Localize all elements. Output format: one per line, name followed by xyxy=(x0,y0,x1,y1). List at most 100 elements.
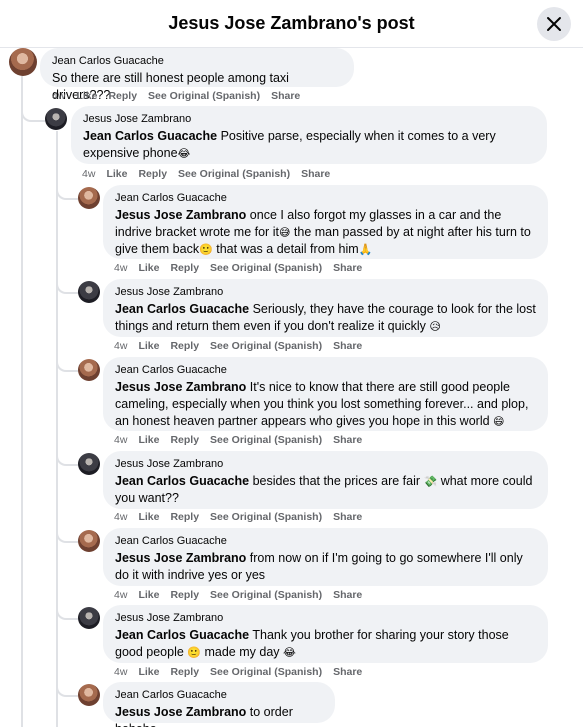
reply-button[interactable]: Reply xyxy=(170,589,199,601)
comment-actions: 4w Like Reply See Original (Spanish) Sha… xyxy=(114,262,362,274)
comment-author[interactable]: Jean Carlos Guacache xyxy=(52,54,342,68)
comment-thread[interactable]: Jean Carlos Guacache So there are still … xyxy=(0,48,583,727)
avatar[interactable] xyxy=(78,453,100,475)
comment-bubble: Jean Carlos Guacache Jesus Jose Zambrano… xyxy=(103,528,548,586)
mention[interactable]: Jesus Jose Zambrano xyxy=(115,551,246,565)
comment-author[interactable]: Jesus Jose Zambrano xyxy=(83,112,535,126)
comment-time[interactable]: 4w xyxy=(52,90,65,102)
comment-actions: 4w Like Reply See Original (Spanish) Sha… xyxy=(82,168,330,180)
comment-text: Jean Carlos Guacache Positive parse, esp… xyxy=(83,129,496,160)
share-button[interactable]: Share xyxy=(333,511,362,523)
share-button[interactable]: Share xyxy=(333,589,362,601)
reply-connector xyxy=(56,360,78,372)
laughing-emoji: 😂 xyxy=(283,646,296,659)
comment-author[interactable]: Jesus Jose Zambrano xyxy=(115,457,536,471)
laughing-emoji: 😂 xyxy=(177,147,191,160)
see-original-button[interactable]: See Original (Spanish) xyxy=(210,589,322,601)
close-button[interactable] xyxy=(537,7,571,41)
share-button[interactable]: Share xyxy=(333,340,362,352)
comment-text: Jesus Jose Zambrano once I also forgot m… xyxy=(115,208,531,256)
reply-connector xyxy=(56,531,78,543)
like-button[interactable]: Like xyxy=(138,589,159,601)
comment-author[interactable]: Jean Carlos Guacache xyxy=(115,363,536,377)
comment-author[interactable]: Jean Carlos Guacache xyxy=(115,191,536,205)
mention[interactable]: Jean Carlos Guacache xyxy=(115,302,249,316)
see-original-button[interactable]: See Original (Spanish) xyxy=(210,434,322,446)
comment-bubble: Jean Carlos Guacache Jesus Jose Zambrano… xyxy=(103,185,548,259)
avatar[interactable] xyxy=(45,108,67,130)
mention[interactable]: Jean Carlos Guacache xyxy=(115,628,249,642)
comment-text: Jean Carlos Guacache Seriously, they hav… xyxy=(115,302,536,333)
avatar[interactable] xyxy=(78,359,100,381)
like-button[interactable]: Like xyxy=(138,262,159,274)
comment-time[interactable]: 4w xyxy=(114,340,127,352)
comment-bubble: Jesus Jose Zambrano Jean Carlos Guacache… xyxy=(103,605,548,663)
comment-time[interactable]: 4w xyxy=(114,434,127,446)
reply-connector xyxy=(56,282,78,294)
see-original-button[interactable]: See Original (Spanish) xyxy=(148,90,260,102)
comment-time[interactable]: 4w xyxy=(114,589,127,601)
reply-connector xyxy=(56,685,78,697)
comment-author[interactable]: Jean Carlos Guacache xyxy=(115,688,323,702)
avatar[interactable] xyxy=(78,607,100,629)
see-original-button[interactable]: See Original (Spanish) xyxy=(178,168,290,180)
avatar[interactable] xyxy=(9,48,37,76)
comment-time[interactable]: 4w xyxy=(82,168,95,180)
comment-actions: 4w Like Reply See Original (Spanish) Sha… xyxy=(114,340,362,352)
like-button[interactable]: Like xyxy=(138,511,159,523)
comment-actions: 4w Like Reply See Original (Spanish) Sha… xyxy=(114,434,362,446)
sad-relieved-emoji: 😥 xyxy=(429,320,441,333)
avatar[interactable] xyxy=(78,530,100,552)
comment-text: Jesus Jose Zambrano It's nice to know th… xyxy=(115,380,529,428)
comment-time[interactable]: 4w xyxy=(114,262,127,274)
mention[interactable]: Jean Carlos Guacache xyxy=(115,474,249,488)
reply-button[interactable]: Reply xyxy=(170,340,199,352)
grinning-emoji: 😅 xyxy=(278,226,291,239)
share-button[interactable]: Share xyxy=(333,666,362,678)
see-original-button[interactable]: See Original (Spanish) xyxy=(210,340,322,352)
share-button[interactable]: Share xyxy=(271,90,300,102)
comment-bubble: Jean Carlos Guacache So there are still … xyxy=(40,48,354,102)
share-button[interactable]: Share xyxy=(301,168,330,180)
comment-text: Jesus Jose Zambrano to order hehehe xyxy=(115,705,293,727)
reply-button[interactable]: Reply xyxy=(138,168,167,180)
comment-author[interactable]: Jesus Jose Zambrano xyxy=(115,611,536,625)
comment-bubble: Jean Carlos Guacache Jesus Jose Zambrano… xyxy=(103,682,335,727)
reply-button[interactable]: Reply xyxy=(170,511,199,523)
comment-text: Jean Carlos Guacache Thank you brother f… xyxy=(115,628,509,659)
reply-button[interactable]: Reply xyxy=(108,90,137,102)
avatar[interactable] xyxy=(78,281,100,303)
mention[interactable]: Jesus Jose Zambrano xyxy=(115,208,246,222)
mention[interactable]: Jesus Jose Zambrano xyxy=(115,705,246,719)
like-button[interactable]: Like xyxy=(138,434,159,446)
avatar[interactable] xyxy=(78,684,100,706)
comment-author[interactable]: Jean Carlos Guacache xyxy=(115,534,536,548)
reply-button[interactable]: Reply xyxy=(170,434,199,446)
like-button[interactable]: Like xyxy=(76,90,97,102)
comment-actions: 4w Like Reply See Original (Spanish) Sha… xyxy=(114,511,362,523)
thread-line-outer xyxy=(21,48,23,727)
reply-button[interactable]: Reply xyxy=(170,666,199,678)
reply-connector xyxy=(56,188,78,200)
reply-button[interactable]: Reply xyxy=(170,262,199,274)
reply-connector xyxy=(56,608,78,620)
like-button[interactable]: Like xyxy=(138,666,159,678)
share-button[interactable]: Share xyxy=(333,434,362,446)
smiling-emoji: 🙂 xyxy=(199,243,213,256)
like-button[interactable]: Like xyxy=(106,168,127,180)
like-button[interactable]: Like xyxy=(138,340,159,352)
close-icon xyxy=(547,17,561,31)
smiling-emoji: 🙂 xyxy=(187,646,202,659)
comment-bubble: Jean Carlos Guacache Jesus Jose Zambrano… xyxy=(103,357,548,431)
reply-connector xyxy=(21,108,45,122)
comment-time[interactable]: 4w xyxy=(114,666,127,678)
mention[interactable]: Jesus Jose Zambrano xyxy=(115,380,246,394)
share-button[interactable]: Share xyxy=(333,262,362,274)
comment-author[interactable]: Jesus Jose Zambrano xyxy=(115,285,536,299)
see-original-button[interactable]: See Original (Spanish) xyxy=(210,511,322,523)
mention[interactable]: Jean Carlos Guacache xyxy=(83,129,217,143)
see-original-button[interactable]: See Original (Spanish) xyxy=(210,666,322,678)
avatar[interactable] xyxy=(78,187,100,209)
comment-time[interactable]: 4w xyxy=(114,511,127,523)
see-original-button[interactable]: See Original (Spanish) xyxy=(210,262,322,274)
